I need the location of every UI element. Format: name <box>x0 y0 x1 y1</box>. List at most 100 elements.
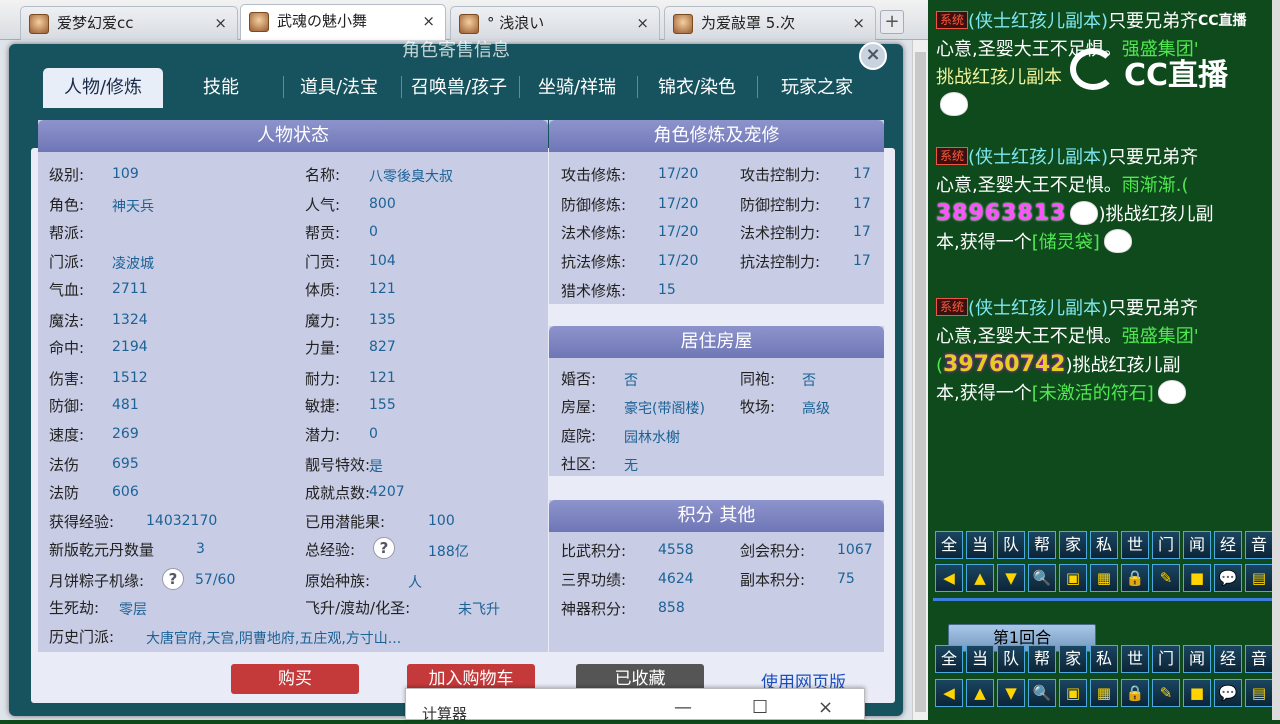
tab-favicon-icon <box>249 12 269 32</box>
channel-button[interactable]: 家 <box>1059 645 1087 673</box>
toolbar-icon[interactable]: ■ <box>1183 679 1211 707</box>
tab-home[interactable]: 玩家之家 <box>757 68 877 108</box>
toolbar-icon[interactable]: ■ <box>1183 564 1211 592</box>
stat-label: 靓号特效: <box>305 456 371 474</box>
points-value: 75 <box>837 571 855 587</box>
toolbar-icon[interactable]: 🔒 <box>1121 564 1149 592</box>
chat-channel-bar: 全当队帮家私世门闻经音 <box>935 531 1273 559</box>
channel-button[interactable]: 闻 <box>1183 645 1211 673</box>
toolbar-icon[interactable]: ◀ <box>935 564 963 592</box>
points-value: 4624 <box>658 571 694 587</box>
chat-text: 本,获得一个 <box>936 383 1032 404</box>
browser-tab-1[interactable]: 爱梦幻爱cc × <box>20 6 238 40</box>
channel-button[interactable]: 音 <box>1245 645 1273 673</box>
tab-pets[interactable]: 召唤兽/孩子 <box>399 68 519 108</box>
scrollbar-thumb[interactable] <box>915 52 926 712</box>
stat-value: 0 <box>369 426 378 442</box>
stat-label: 门派: <box>49 253 85 271</box>
toolbar-icon[interactable]: 💬 <box>1214 679 1242 707</box>
channel-button[interactable]: 闻 <box>1183 531 1211 559</box>
toolbar-icon[interactable]: ▲ <box>966 679 994 707</box>
channel-button[interactable]: 队 <box>997 531 1025 559</box>
toolbar-icon[interactable]: ▤ <box>1245 564 1273 592</box>
browser-tab-4[interactable]: 为爱敲罩 5.次 × <box>664 6 876 40</box>
toolbar-icon[interactable]: ▦ <box>1090 564 1118 592</box>
channel-button[interactable]: 音 <box>1245 531 1273 559</box>
tab-close-icon[interactable]: × <box>422 5 435 37</box>
browser-tab-2[interactable]: 武魂の魅小舞 × <box>240 4 446 40</box>
stat-value: 2711 <box>112 281 148 297</box>
stat-label: 门贡: <box>305 253 341 271</box>
tab-close-icon[interactable]: × <box>214 7 227 39</box>
toolbar-icon[interactable]: 💬 <box>1214 564 1242 592</box>
channel-button[interactable]: 队 <box>997 645 1025 673</box>
toolbar-icon[interactable]: ▼ <box>997 679 1025 707</box>
divider <box>933 598 1273 601</box>
cult-value: 17/20 <box>658 224 699 240</box>
stat-label: 速度: <box>49 426 85 444</box>
tab-badge: cc <box>117 14 134 32</box>
help-icon[interactable]: ? <box>373 537 395 559</box>
minimize-icon[interactable]: — <box>674 697 692 718</box>
stat-value: 2194 <box>112 339 148 355</box>
points-label: 三界功绩: <box>561 571 627 589</box>
cult-value: 17/20 <box>658 253 699 269</box>
toolbar-icon[interactable]: ▲ <box>966 564 994 592</box>
tab-clothes[interactable]: 锦衣/染色 <box>637 68 757 108</box>
stat-value: 188亿 <box>428 544 469 560</box>
toolbar-icon[interactable]: ▼ <box>997 564 1025 592</box>
item-link[interactable]: [未激活的符石] <box>1032 383 1154 404</box>
channel-button[interactable]: 门 <box>1152 645 1180 673</box>
dialog-close-button[interactable]: × <box>859 42 887 70</box>
stat-label: 新版乾元丹数量 <box>49 541 155 559</box>
tab-close-icon[interactable]: × <box>636 7 649 39</box>
tab-close-icon[interactable]: × <box>852 7 865 39</box>
tab-skills[interactable]: 技能 <box>161 68 281 108</box>
cult-label: 攻击修炼: <box>561 166 627 184</box>
tab-mounts[interactable]: 坐骑/祥瑞 <box>517 68 637 108</box>
maximize-icon[interactable]: ☐ <box>752 697 768 718</box>
channel-button[interactable]: 经 <box>1214 531 1242 559</box>
channel-button[interactable]: 当 <box>966 645 994 673</box>
toolbar-icon[interactable]: ▤ <box>1245 679 1273 707</box>
stat-value: 606 <box>112 484 139 500</box>
buy-button[interactable]: 购买 <box>231 664 359 694</box>
page-scrollbar[interactable] <box>912 40 928 720</box>
channel-button[interactable]: 全 <box>935 645 963 673</box>
tab-items[interactable]: 道具/法宝 <box>279 68 399 108</box>
channel-button[interactable]: 帮 <box>1028 645 1056 673</box>
chat-message: 系统 (侠士红孩儿副本)只要兄弟齐 心意,圣婴大王不足惧。雨渐渐.( 389638… <box>936 144 1266 257</box>
channel-button[interactable]: 私 <box>1090 645 1118 673</box>
calculator-window[interactable]: 计算器 — ☐ × <box>405 688 865 723</box>
stat-label: 角色: <box>49 196 85 214</box>
toolbar-icon[interactable]: ▣ <box>1059 679 1087 707</box>
help-icon[interactable]: ? <box>162 568 184 590</box>
channel-button[interactable]: 世 <box>1121 531 1149 559</box>
new-tab-button[interactable]: + <box>880 10 904 34</box>
tab-title: 武魂の魅小舞 <box>277 12 368 30</box>
toolbar-icon[interactable]: ▦ <box>1090 679 1118 707</box>
channel-button[interactable]: 世 <box>1121 645 1149 673</box>
channel-button[interactable]: 家 <box>1059 531 1087 559</box>
channel-button[interactable]: 经 <box>1214 645 1242 673</box>
toolbar-icon[interactable]: 🔒 <box>1121 679 1149 707</box>
channel-button[interactable]: 当 <box>966 531 994 559</box>
toolbar-icon[interactable]: ✎ <box>1152 564 1180 592</box>
stat-value: 零层 <box>119 602 147 618</box>
item-link[interactable]: [储灵袋] <box>1032 232 1100 253</box>
toolbar-icon[interactable]: ◀ <box>935 679 963 707</box>
channel-button[interactable]: 全 <box>935 531 963 559</box>
toolbar-icon[interactable]: 🔍 <box>1028 679 1056 707</box>
toolbar-icon[interactable]: 🔍 <box>1028 564 1056 592</box>
tab-favicon-icon <box>673 14 693 34</box>
toolbar-icon[interactable]: ▣ <box>1059 564 1087 592</box>
tab-character[interactable]: 人物/修炼 <box>43 68 163 108</box>
stat-label: 生死劫: <box>49 599 100 617</box>
channel-button[interactable]: 帮 <box>1028 531 1056 559</box>
toolbar-icon[interactable]: ✎ <box>1152 679 1180 707</box>
close-icon[interactable]: × <box>818 697 833 718</box>
channel-button[interactable]: 私 <box>1090 531 1118 559</box>
stat-label: 潜力: <box>305 426 341 444</box>
channel-button[interactable]: 门 <box>1152 531 1180 559</box>
browser-tab-3[interactable]: ° 浅浪い × <box>450 6 660 40</box>
